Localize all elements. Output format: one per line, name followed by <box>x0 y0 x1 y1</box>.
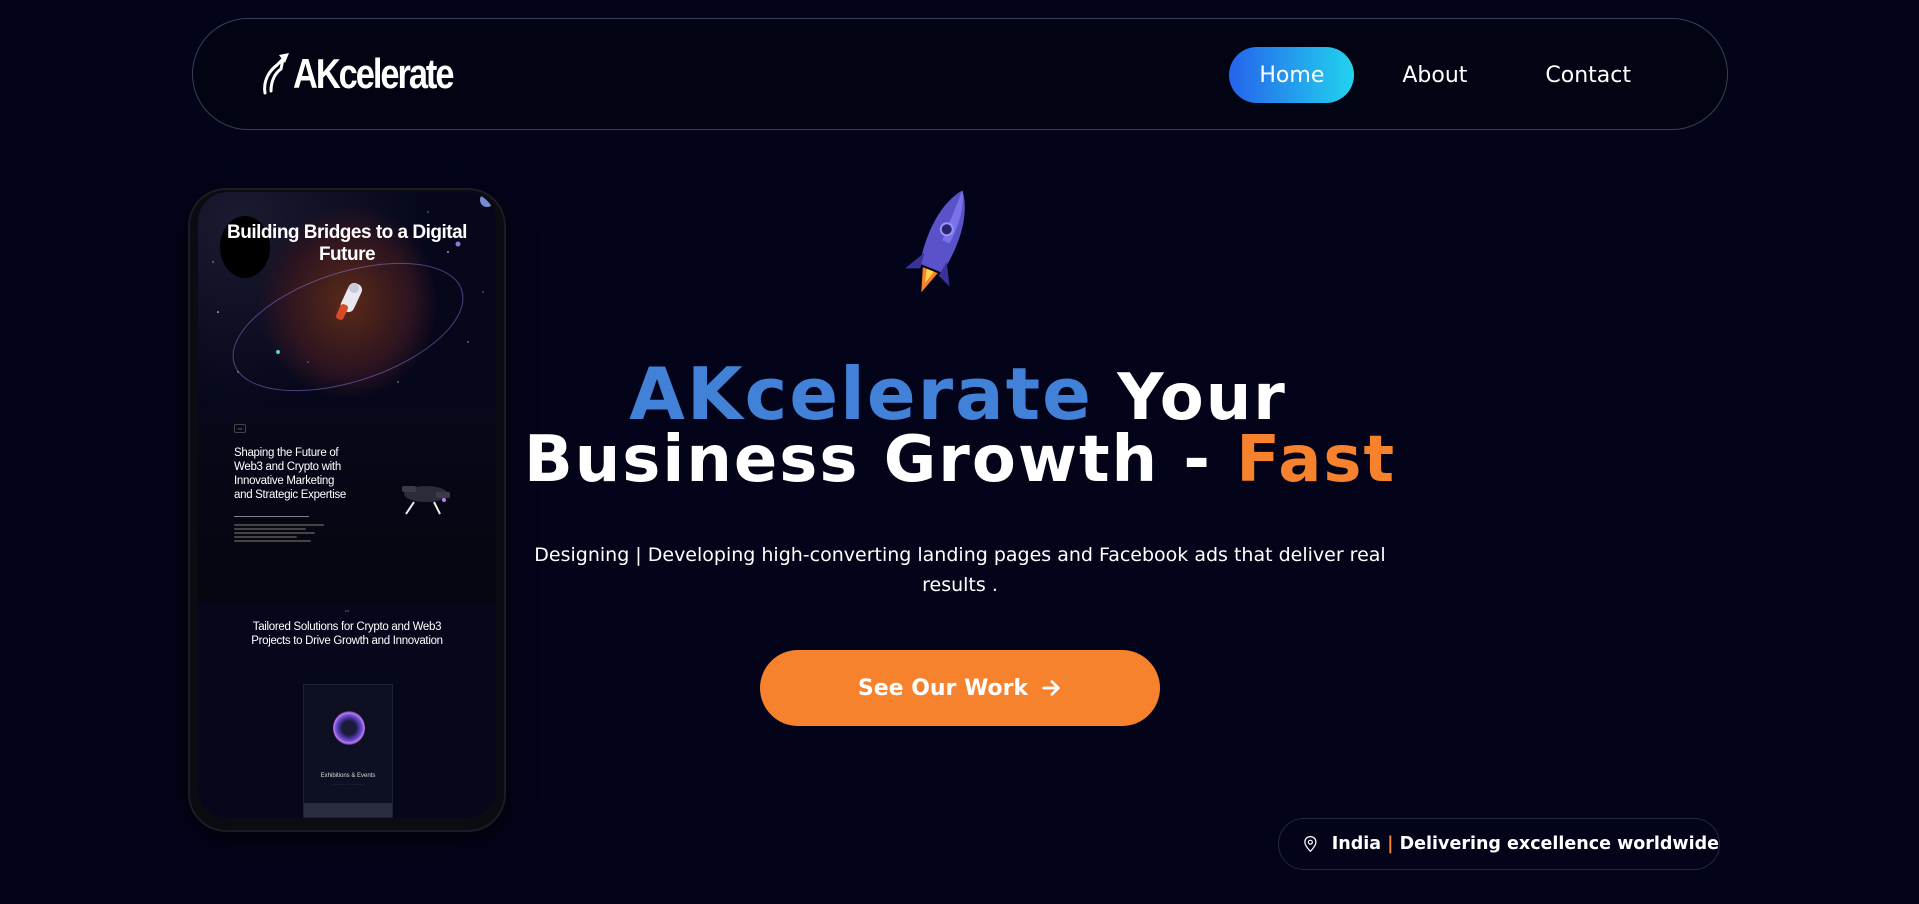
section-badge: ••• <box>234 424 247 433</box>
hero-title-line1: AKcelerate Your <box>458 358 1458 430</box>
location-country: India <box>1331 834 1382 854</box>
drone-icon <box>402 486 450 515</box>
astronaut-icon <box>335 282 363 320</box>
location-tagline: Delivering excellence worldwide <box>1399 834 1719 854</box>
hero-subtitle: Designing | Developing high-converting l… <box>534 544 1386 596</box>
phone-service-card: Exhibitions & Events · · · · · · · · · ·… <box>303 684 393 818</box>
arrow-right-icon <box>1042 680 1060 696</box>
phone-card-text: · · · · · · · · · · · · · · · <box>332 783 364 787</box>
nav-links: Home About Contact <box>1229 47 1661 103</box>
phone-card-footer <box>304 803 392 817</box>
phone-card-title: Exhibitions & Events <box>320 773 376 779</box>
phone-section3-title: Tailored Solutions for Crypto and Web3 P… <box>251 621 443 647</box>
portal-icon <box>333 711 365 745</box>
nav-home[interactable]: Home <box>1229 47 1355 103</box>
phone-text-lines <box>234 522 324 544</box>
logo-text: AKcelerate <box>293 50 455 97</box>
logo-mark-icon <box>263 53 289 95</box>
navbar: AKcelerate Home About Contact <box>192 18 1728 130</box>
location-text: India | Delivering excellence worldwide <box>1332 834 1719 854</box>
location-pin-icon <box>1304 836 1317 853</box>
hero-title-accent: Fast <box>1236 423 1397 497</box>
cta-label: See Our Work <box>857 675 1029 701</box>
rocket-icon <box>905 190 965 293</box>
phone-mockup: Building Bridges to a Digital Future •••… <box>190 190 504 830</box>
hero-title-line2-prefix: Business Growth - <box>523 423 1237 497</box>
location-badge: India | Delivering excellence worldwide <box>1278 818 1720 870</box>
phone-section-3: ••• Tailored Solutions for Crypto and We… <box>198 602 496 818</box>
section-tag: ••• <box>344 608 350 613</box>
see-our-work-button[interactable]: See Our Work <box>760 650 1160 726</box>
nav-about[interactable]: About <box>1372 47 1497 103</box>
phone-hero-title: Building Bridges to a Digital Future <box>227 222 467 265</box>
phone-hero-section: Building Bridges to a Digital Future <box>198 192 496 417</box>
nav-contact[interactable]: Contact <box>1515 47 1661 103</box>
hero-title-line2: Business Growth - Fast <box>460 428 1460 492</box>
phone-section2-title: Shaping the Future of Web3 and Crypto wi… <box>234 447 346 501</box>
phone-section2-subheading: ――――――――――――――― <box>234 514 309 520</box>
logo[interactable]: AKcelerate <box>261 49 487 99</box>
phone-section-2: ••• Shaping the Future of Web3 and Crypt… <box>198 402 496 602</box>
phone-screen: Building Bridges to a Digital Future •••… <box>198 192 496 818</box>
location-separator: | <box>1387 834 1394 854</box>
